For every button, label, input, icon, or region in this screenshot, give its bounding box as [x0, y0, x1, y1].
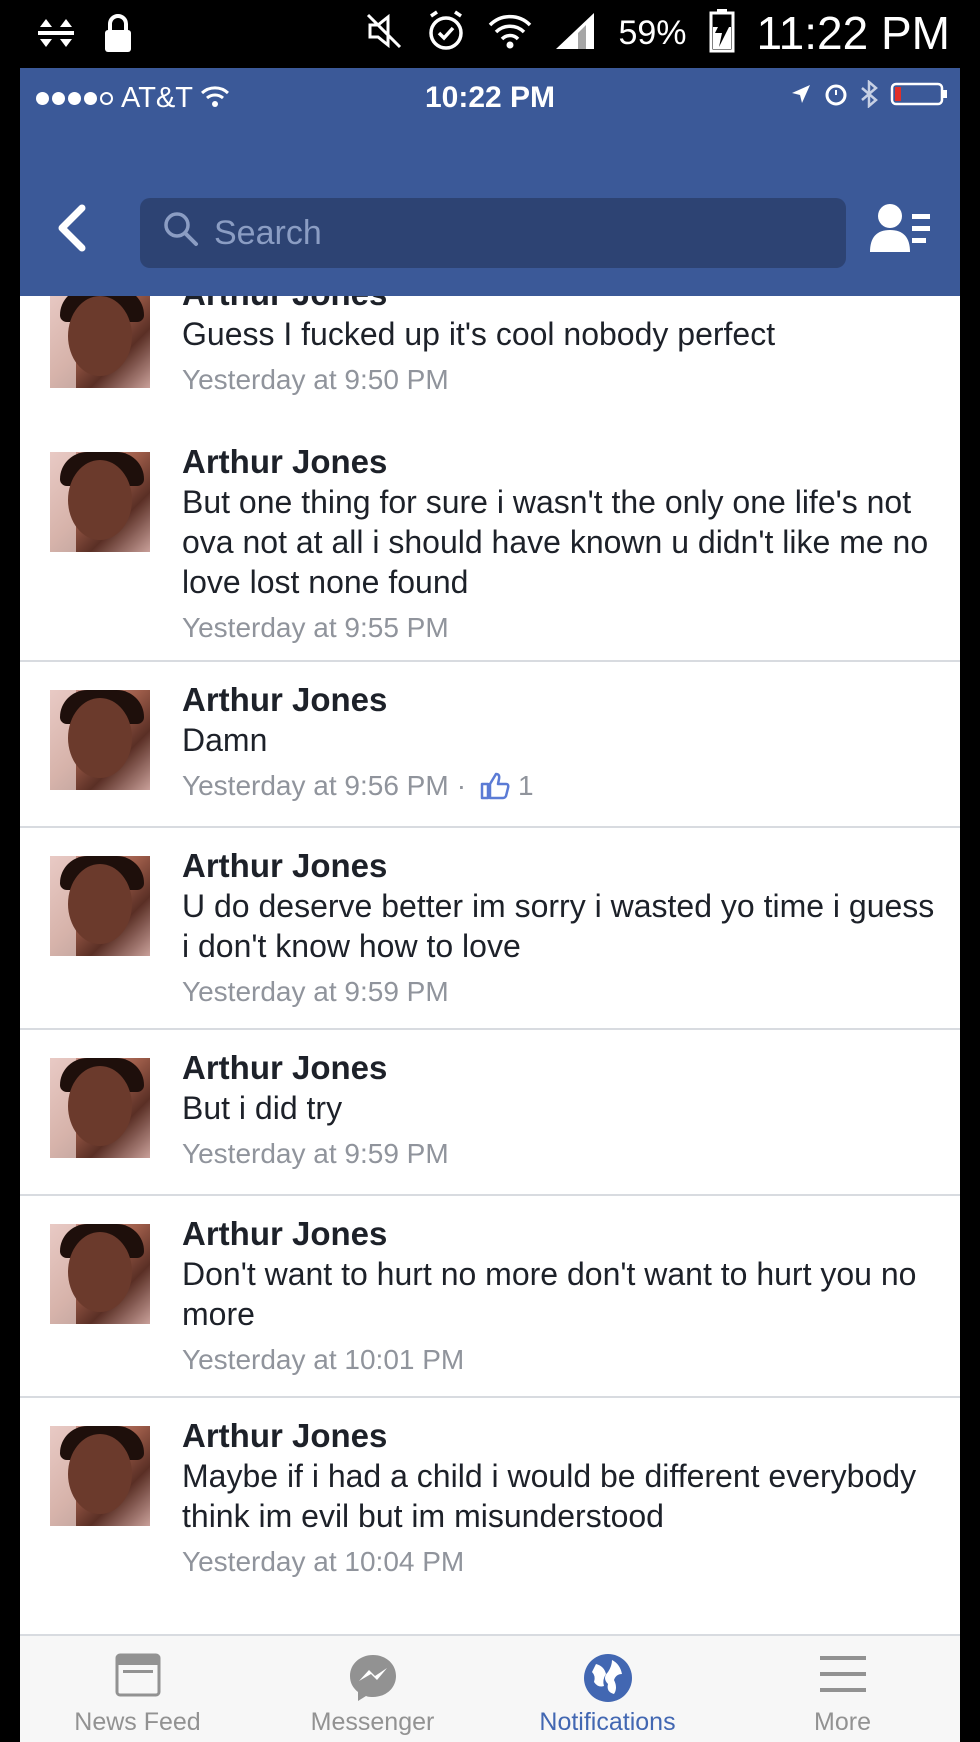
cell-signal-icon: [554, 11, 596, 56]
avatar[interactable]: [50, 1224, 150, 1324]
android-status-bar: 59% 11:22 PM: [0, 0, 980, 68]
avatar[interactable]: [50, 1426, 150, 1526]
nav-bar: Search: [20, 128, 960, 296]
tab-news-feed[interactable]: News Feed: [20, 1636, 255, 1742]
friend-list-icon: [870, 204, 930, 252]
messenger-icon: [347, 1652, 399, 1707]
ios-alarm-icon: [824, 82, 848, 111]
tab-messenger[interactable]: Messenger: [255, 1636, 490, 1742]
timestamp: Yesterday at 9:56 PM: [182, 770, 449, 801]
phone-screen: AT&T 10:22 PM Search Guess I fucked up i…: [20, 68, 960, 1742]
message-text: U do deserve better im sorry i wasted yo…: [182, 888, 935, 964]
tab-notifications[interactable]: Notifications: [490, 1636, 725, 1742]
news-feed-icon: [114, 1652, 162, 1703]
globe-icon: [582, 1652, 634, 1709]
back-button[interactable]: [50, 198, 100, 258]
mute-icon: [364, 11, 404, 56]
avatar[interactable]: [50, 296, 150, 388]
thumbs-up-icon: [480, 772, 510, 800]
avatar[interactable]: [50, 690, 150, 790]
author-name[interactable]: Arthur Jones: [182, 296, 936, 314]
timestamp: Yesterday at 9:59 PM: [182, 1138, 449, 1169]
chevron-left-icon: [58, 204, 86, 252]
message-text: Maybe if i had a child i would be differ…: [182, 1458, 917, 1534]
lock-icon: [102, 12, 134, 59]
search-placeholder: Search: [214, 213, 322, 252]
timestamp: Yesterday at 10:01 PM: [182, 1344, 465, 1375]
message-text: But one thing for sure i wasn't the only…: [182, 484, 929, 600]
message-text: Damn: [182, 722, 268, 758]
message-text: Guess I fucked up it's cool nobody perfe…: [182, 316, 776, 352]
timestamp: Yesterday at 10:04 PM: [182, 1546, 465, 1577]
list-item[interactable]: Arthur Jones U do deserve better im sorr…: [20, 828, 960, 1030]
list-item[interactable]: Arthur Jones But i did try Yesterday at …: [20, 1030, 960, 1196]
timestamp: Yesterday at 9:55 PM: [182, 612, 449, 643]
android-clock: 11:22 PM: [756, 7, 950, 59]
author-name[interactable]: Arthur Jones: [182, 846, 936, 886]
avatar[interactable]: [50, 856, 150, 956]
tab-label: More: [814, 1708, 871, 1736]
list-item[interactable]: Arthur Jones But one thing for sure i wa…: [20, 424, 960, 662]
message-text: But i did try: [182, 1090, 343, 1126]
tab-label: News Feed: [74, 1708, 201, 1736]
list-item[interactable]: Arthur Jones Damn Yesterday at 9:56 PM ·…: [20, 662, 960, 828]
tab-bar: News Feed Messenger Notifications More: [20, 1634, 960, 1742]
comment-list: Arthur Jones Guess I fucked up it's cool…: [20, 296, 960, 1702]
ios-status-bar: AT&T 10:22 PM: [20, 68, 960, 128]
list-item[interactable]: Arthur Jones Guess I fucked up it's cool…: [20, 296, 960, 426]
author-name[interactable]: Arthur Jones: [182, 680, 936, 720]
battery-percent: 59%: [618, 13, 687, 52]
timestamp: Yesterday at 9:50 PM: [182, 364, 449, 395]
separator-dot: ·: [456, 770, 467, 801]
avatar[interactable]: [50, 1058, 150, 1158]
list-item[interactable]: Arthur Jones Maybe if i had a child i wo…: [20, 1398, 960, 1638]
search-input[interactable]: Search: [140, 198, 846, 268]
location-icon: [790, 83, 812, 110]
hamburger-icon: [818, 1652, 868, 1701]
friend-requests-button[interactable]: [868, 200, 932, 260]
ios-battery-icon: [890, 82, 948, 111]
author-name[interactable]: Arthur Jones: [182, 442, 936, 482]
wifi-icon: [488, 11, 532, 56]
tab-label: Messenger: [310, 1708, 435, 1736]
like-count[interactable]: 1: [480, 766, 534, 806]
author-name[interactable]: Arthur Jones: [182, 1214, 936, 1254]
author-name[interactable]: Arthur Jones: [182, 1416, 936, 1456]
list-item[interactable]: Arthur Jones Don't want to hurt no more …: [20, 1196, 960, 1398]
timestamp: Yesterday at 9:59 PM: [182, 976, 449, 1007]
alarm-icon: [426, 10, 466, 57]
avatar[interactable]: [50, 452, 150, 552]
battery-charging-icon: [709, 8, 735, 58]
search-icon: [162, 210, 200, 257]
bluetooth-icon: [860, 79, 878, 113]
message-text: Don't want to hurt no more don't want to…: [182, 1256, 917, 1332]
data-arrows-icon: [34, 15, 78, 56]
tab-more[interactable]: More: [725, 1636, 960, 1742]
author-name[interactable]: Arthur Jones: [182, 1048, 936, 1088]
like-count-value: 1: [518, 770, 534, 801]
tab-label: Notifications: [539, 1708, 676, 1736]
